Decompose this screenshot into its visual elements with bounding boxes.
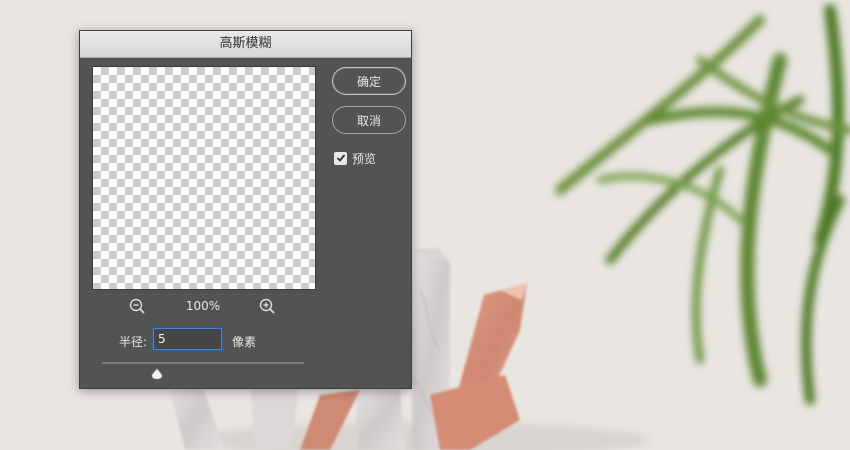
gaussian-blur-dialog: 高斯模糊 确定 取消 预览 100% 半径: 5 像素 xyxy=(79,30,412,389)
unit-label: 像素 xyxy=(232,335,257,349)
ok-button[interactable]: 确定 xyxy=(332,67,406,95)
zoom-controls: 100% xyxy=(128,297,278,317)
radius-slider-track[interactable] xyxy=(102,362,304,364)
radius-slider-thumb[interactable] xyxy=(151,365,163,380)
checkmark-icon[interactable] xyxy=(334,151,347,165)
zoom-level: 100% xyxy=(185,299,221,313)
radius-label: 半径: xyxy=(119,335,148,349)
cancel-button[interactable]: 取消 xyxy=(332,106,406,134)
preview-canvas[interactable] xyxy=(92,66,316,290)
zoom-in-icon[interactable] xyxy=(258,297,278,317)
plant xyxy=(555,4,850,405)
preview-checkbox[interactable]: 预览 xyxy=(334,151,377,166)
radius-input[interactable]: 5 xyxy=(153,328,222,350)
dialog-title[interactable]: 高斯模糊 xyxy=(80,31,411,58)
zoom-out-icon[interactable] xyxy=(128,297,148,317)
preview-label: 预览 xyxy=(352,151,377,166)
